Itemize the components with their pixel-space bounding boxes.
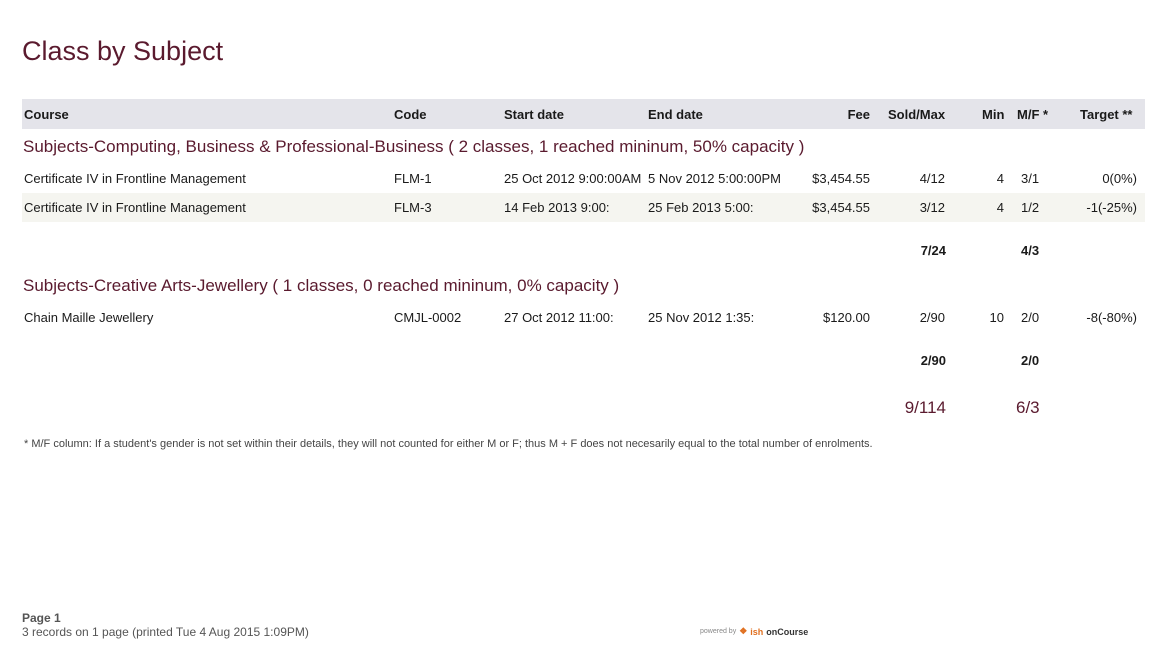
grand-total-mf: 6/3 (1016, 398, 1040, 417)
cell-min: 10 (989, 310, 1004, 325)
cell-target: 0(0%) (1102, 171, 1137, 186)
grand-total-sold-max: 9/114 (904, 398, 946, 417)
cell-start-date: 14 Feb 2013 9:00: (504, 200, 610, 215)
cell-start-date: 25 Oct 2012 9:00:00AM (504, 171, 642, 186)
cell-mf: 2/0 (1021, 310, 1040, 325)
page-title: Class by Subject (22, 36, 224, 66)
subtotal-sold-max: 7/24 (920, 243, 946, 258)
cell-end-date: 25 Nov 2012 1:35: (648, 310, 755, 325)
cell-end-date: 25 Feb 2013 5:00: (648, 200, 754, 215)
records-summary: 3 records on 1 page (printed Tue 4 Aug 2… (22, 625, 309, 639)
group-heading: Subjects-Creative Arts-Jewellery ( 1 cla… (23, 276, 620, 295)
ish-logo-text: ish (750, 626, 764, 637)
header-start-date: Start date (504, 107, 564, 122)
header-code: Code (394, 107, 427, 122)
subtotal-mf: 2/0 (1021, 353, 1040, 368)
page-number: Page 1 (22, 611, 61, 625)
cell-course: Certificate IV in Frontline Management (24, 200, 246, 215)
group-heading: Subjects-Computing, Business & Professio… (23, 137, 805, 156)
cell-course: Certificate IV in Frontline Management (24, 171, 246, 186)
table-row: Chain Maille Jewellery CMJL-0002 27 Oct … (22, 303, 1145, 332)
cell-fee: $3,454.55 (812, 200, 870, 215)
subtotal-mf: 4/3 (1021, 243, 1040, 258)
cell-target: -8(-80%) (1086, 310, 1137, 325)
cell-end-date: 5 Nov 2012 5:00:00PM (648, 171, 781, 186)
cell-fee: $3,454.55 (812, 171, 870, 186)
cell-start-date: 27 Oct 2012 11:00: (504, 310, 614, 325)
header-min: Min (982, 107, 1005, 122)
header-course: Course (24, 107, 69, 122)
cell-code: CMJL-0002 (394, 310, 462, 325)
header-target: Target ** (1080, 107, 1133, 122)
oncourse-logo: powered by ❖ ish onCourse (700, 626, 808, 637)
cell-code: FLM-1 (394, 171, 432, 186)
table-row: Certificate IV in Frontline Management F… (22, 164, 1145, 193)
cell-sold-max: 2/90 (919, 310, 945, 325)
subtotal-sold-max: 2/90 (920, 353, 946, 368)
cell-code: FLM-3 (394, 200, 432, 215)
oncourse-logo-text: onCourse (766, 626, 809, 637)
cell-target: -1(-25%) (1086, 200, 1137, 215)
cell-sold-max: 3/12 (919, 200, 945, 215)
cell-mf: 1/2 (1021, 200, 1040, 215)
mf-footnote: * M/F column: If a student's gender is n… (24, 438, 873, 450)
cell-mf: 3/1 (1021, 171, 1040, 186)
powered-by-label: powered by (700, 628, 737, 635)
cell-min: 4 (996, 200, 1004, 215)
cell-sold-max: 4/12 (919, 171, 945, 186)
header-sold-max: Sold/Max (888, 107, 946, 122)
header-fee: Fee (847, 107, 870, 122)
cell-fee: $120.00 (823, 310, 870, 325)
header-end-date: End date (648, 107, 703, 122)
cell-course: Chain Maille Jewellery (24, 310, 154, 325)
table-header: Course Code Start date End date Fee Sold… (22, 99, 1145, 129)
header-mf: M/F * (1017, 107, 1049, 122)
ish-logo-icon: ❖ (739, 626, 748, 636)
table-row: Certificate IV in Frontline Management F… (22, 193, 1145, 222)
cell-min: 4 (996, 171, 1004, 186)
